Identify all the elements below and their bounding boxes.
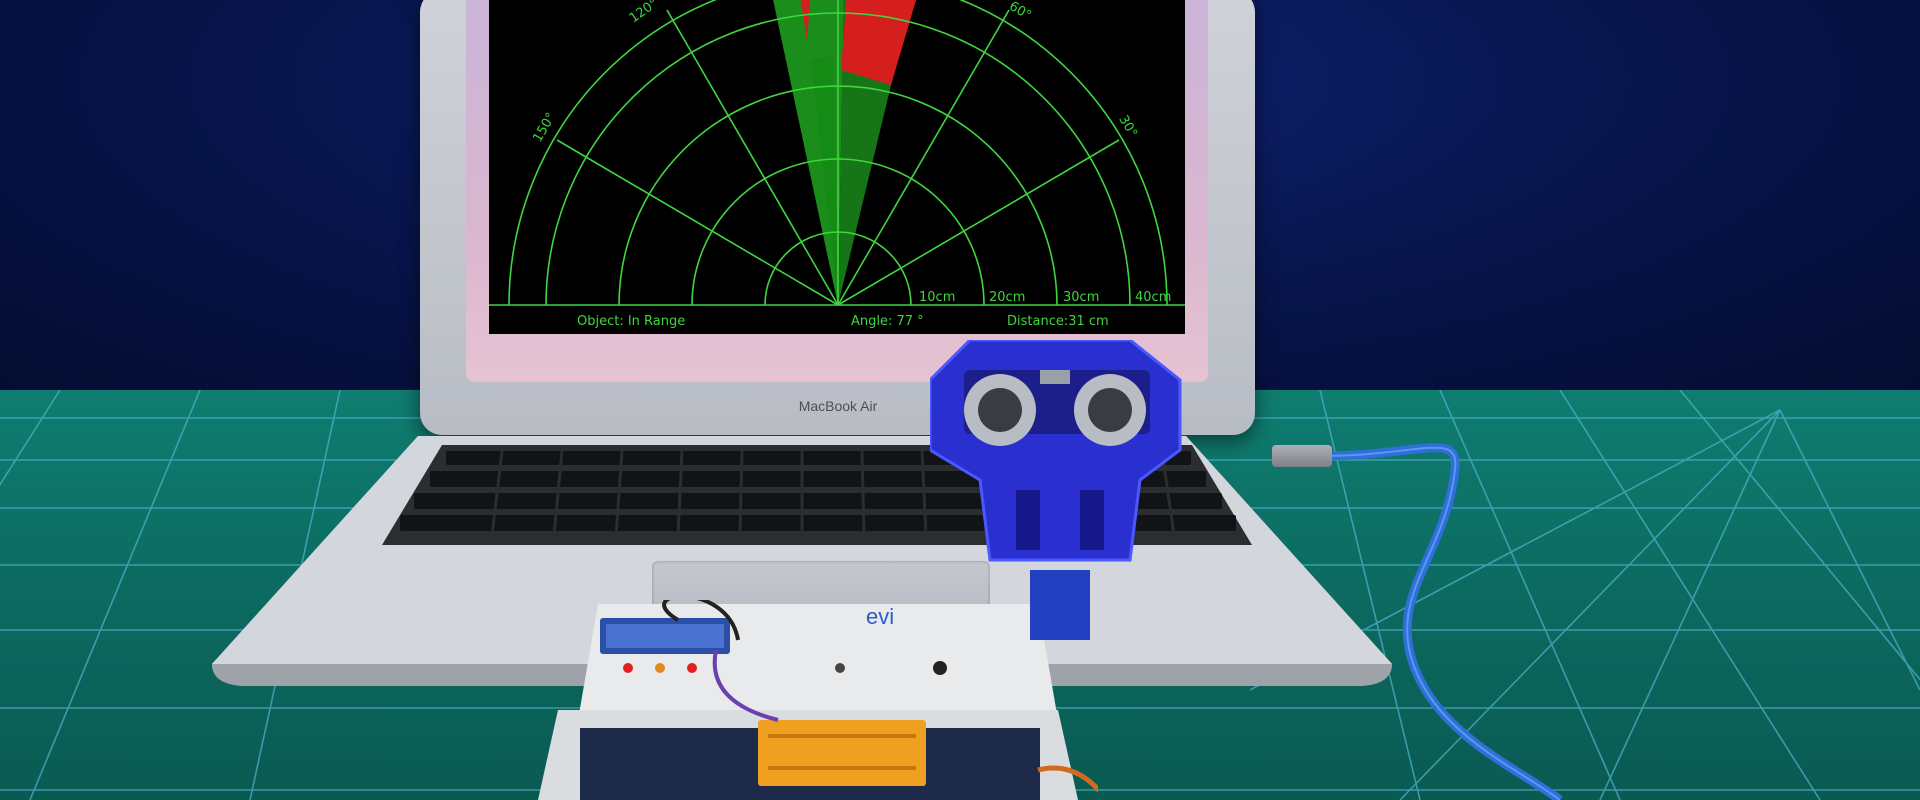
angle-label-60: 60° xyxy=(1006,0,1033,23)
laptop-brand-label: MacBook Air xyxy=(798,398,878,414)
radar-display-icon: 120° 60° 150° 30° 10cm 20cm 30cm 40cm Ob… xyxy=(489,0,1185,334)
angle-label-150: 150° xyxy=(530,110,559,145)
angle-label-30: 30° xyxy=(1115,113,1140,140)
ultrasonic-sensor-icon xyxy=(930,340,1182,640)
status-angle: Angle: 77 ° xyxy=(851,314,924,329)
range-label-30: 30cm xyxy=(1063,290,1099,305)
status-object: Object: In Range xyxy=(577,314,686,329)
range-label-10: 10cm xyxy=(919,290,955,305)
angle-label-120: 120° xyxy=(627,0,661,26)
radar-status-bar: Object: In Range Angle: 77 ° Distance:31… xyxy=(489,310,1185,334)
range-label-20: 20cm xyxy=(989,290,1025,305)
usb-plug xyxy=(1272,445,1332,467)
kit-brand-label: evi xyxy=(866,604,894,629)
status-distance: Distance:31 cm xyxy=(1007,314,1109,329)
range-label-40: 40cm xyxy=(1135,290,1171,305)
photo-scene: 120° 60° 150° 30° 10cm 20cm 30cm 40cm Ob… xyxy=(0,0,1920,800)
